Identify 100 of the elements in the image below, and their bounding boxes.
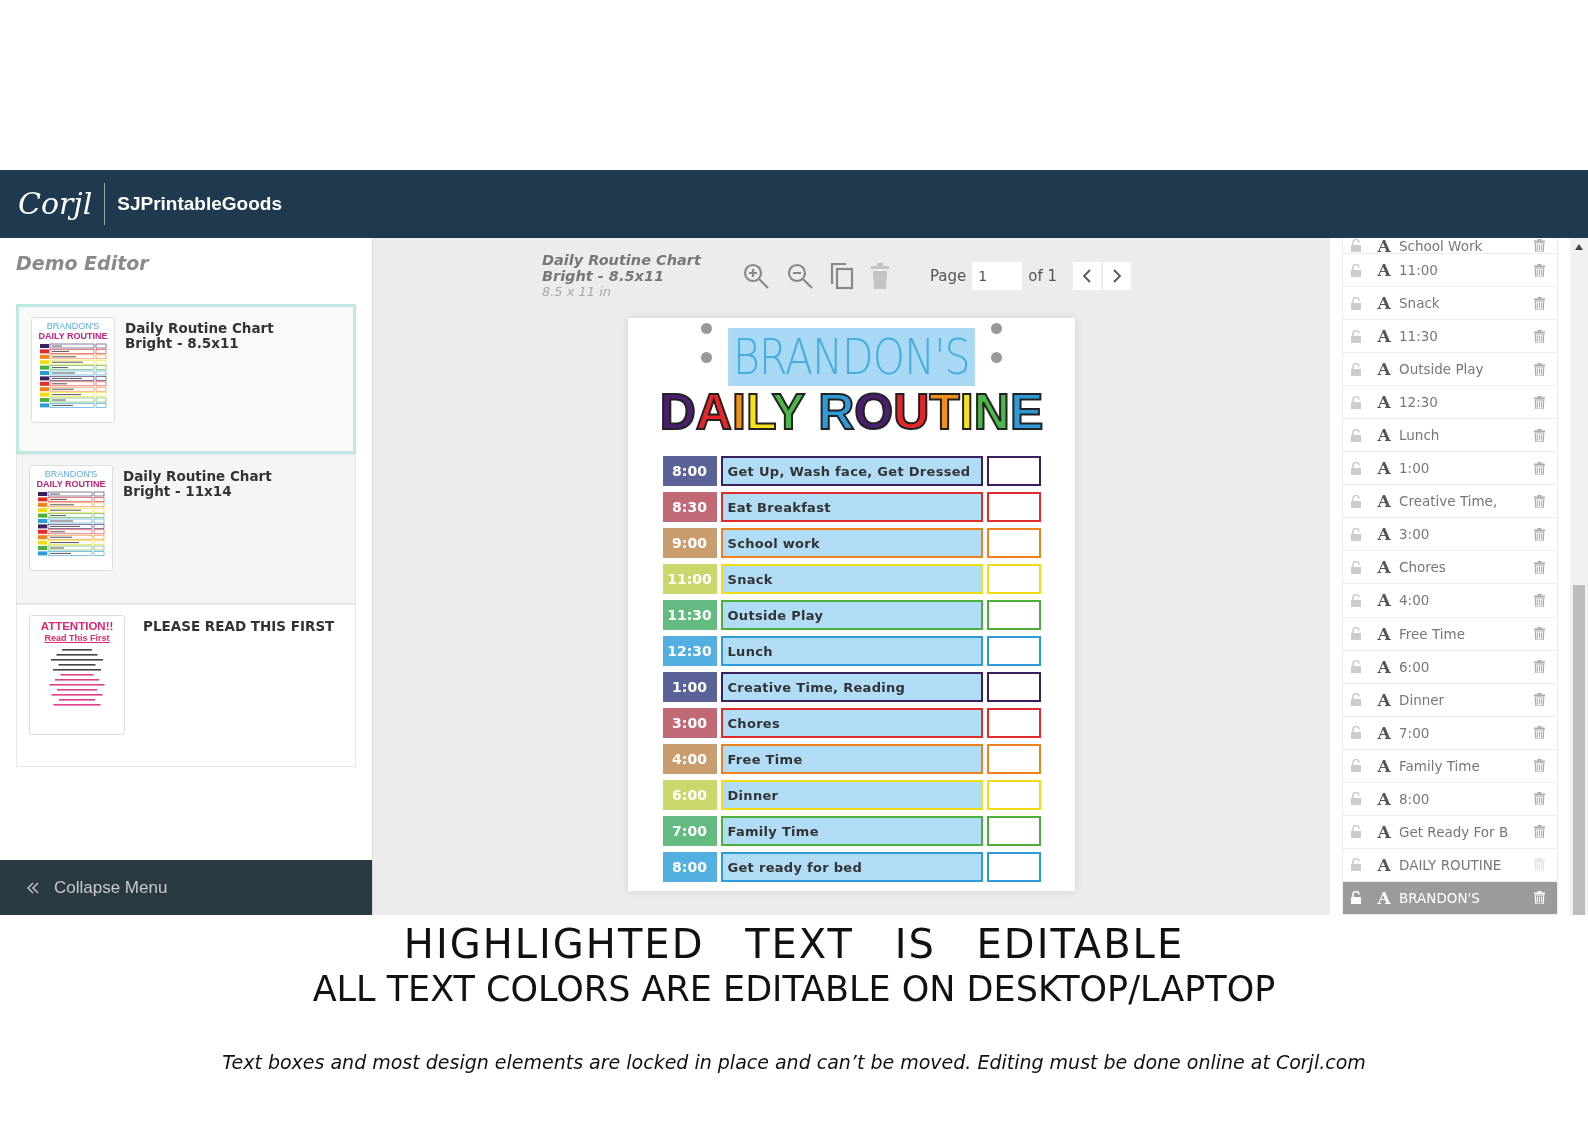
unlocked-padlock-icon[interactable]	[1350, 759, 1362, 773]
task-label[interactable]: Get Up, Wash face, Get Dressed	[720, 456, 983, 486]
trash-icon[interactable]	[1533, 527, 1545, 541]
task-label[interactable]: Outside Play	[720, 600, 983, 630]
resize-handle[interactable]	[701, 352, 713, 363]
trash-icon[interactable]	[1533, 891, 1545, 905]
trash-icon[interactable]	[1533, 428, 1545, 442]
task-label[interactable]: Eat Breakfast	[720, 492, 983, 522]
trash-icon[interactable]	[1533, 329, 1545, 343]
unlocked-padlock-icon[interactable]	[1350, 428, 1362, 442]
time-label[interactable]: 8:30	[662, 492, 717, 522]
copy-icon[interactable]	[829, 262, 854, 290]
unlocked-padlock-icon[interactable]	[1350, 594, 1362, 607]
check-box[interactable]	[986, 636, 1041, 666]
trash-icon[interactable]	[1533, 693, 1545, 707]
layer-row[interactable]: A Get Ready For B	[1342, 815, 1558, 849]
check-box[interactable]	[986, 672, 1041, 702]
layer-row[interactable]: A 12:30	[1342, 386, 1558, 420]
layer-row[interactable]: A 6:00	[1342, 650, 1558, 684]
task-label[interactable]: Lunch	[720, 636, 983, 666]
next-page-button[interactable]	[1103, 262, 1132, 290]
scrollbar-thumb[interactable]	[1573, 585, 1585, 915]
layer-row[interactable]: A 3:00	[1342, 518, 1558, 552]
trash-icon[interactable]	[1533, 825, 1545, 839]
task-label[interactable]: Family Time	[720, 816, 983, 846]
trash-icon[interactable]	[1533, 792, 1545, 806]
layer-row[interactable]: A Free Time	[1342, 617, 1558, 651]
trash-icon[interactable]	[1533, 759, 1545, 773]
task-label[interactable]: Creative Time, Reading	[720, 672, 983, 702]
unlocked-padlock-icon[interactable]	[1350, 825, 1362, 839]
task-label[interactable]: Snack	[720, 564, 983, 594]
trash-icon[interactable]	[1533, 239, 1545, 252]
layer-row[interactable]: A 8:00	[1342, 782, 1558, 816]
unlocked-padlock-icon[interactable]	[1350, 527, 1362, 541]
resize-handle[interactable]	[990, 323, 1002, 334]
layer-row[interactable]: A Family Time	[1342, 749, 1558, 783]
trash-icon[interactable]	[1533, 461, 1545, 475]
logo[interactable]: Corjl	[18, 183, 106, 225]
unlocked-padlock-icon[interactable]	[1350, 792, 1362, 806]
task-label[interactable]: Chores	[720, 708, 983, 738]
task-label[interactable]: Free Time	[720, 744, 983, 774]
layer-row[interactable]: A Outside Play	[1342, 353, 1558, 387]
design-card[interactable]: BRANDON'S DAILY ROUTINE Daily Routine Chart Bright - 11x14	[16, 454, 356, 604]
check-box[interactable]	[986, 816, 1041, 846]
layer-row[interactable]: A 11:30	[1342, 320, 1558, 354]
unlocked-padlock-icon[interactable]	[1350, 296, 1362, 310]
trash-icon[interactable]	[1533, 660, 1545, 674]
unlocked-padlock-icon[interactable]	[1350, 461, 1362, 475]
design-card[interactable]: BRANDON'S DAILY ROUTINE Daily Routine Chart Bright - 8.5x11	[16, 304, 356, 454]
scrollbar[interactable]	[1570, 238, 1588, 915]
layer-row[interactable]: A DAILY ROUTINE	[1342, 848, 1558, 882]
task-label[interactable]: School work	[720, 528, 983, 558]
trash-icon[interactable]	[1533, 263, 1545, 277]
check-box[interactable]	[986, 528, 1041, 558]
unlocked-padlock-icon[interactable]	[1350, 693, 1362, 707]
unlocked-padlock-icon[interactable]	[1350, 627, 1362, 641]
layer-row[interactable]: A Dinner	[1342, 683, 1558, 717]
resize-handle[interactable]	[701, 323, 713, 334]
layer-row[interactable]: A School Work	[1342, 238, 1558, 254]
page-number-field[interactable]: 1	[972, 262, 1023, 290]
unlocked-padlock-icon[interactable]	[1350, 494, 1362, 508]
layer-row[interactable]: A 7:00	[1342, 716, 1558, 750]
check-box[interactable]	[986, 708, 1041, 738]
resize-handle[interactable]	[990, 352, 1002, 363]
check-box[interactable]	[986, 600, 1041, 630]
layer-row[interactable]: A Creative Time,	[1342, 485, 1558, 519]
layer-row[interactable]: A Chores	[1342, 551, 1558, 585]
layer-row[interactable]: A Snack	[1342, 287, 1558, 321]
scroll-up-icon[interactable]	[1575, 244, 1583, 250]
trash-icon[interactable]	[1533, 560, 1545, 574]
layer-row[interactable]: A 1:00	[1342, 452, 1558, 486]
unlocked-padlock-icon[interactable]	[1350, 395, 1362, 409]
trash-icon[interactable]	[1533, 296, 1545, 310]
zoom-in-icon[interactable]	[741, 262, 770, 290]
unlocked-padlock-icon[interactable]	[1350, 560, 1362, 574]
unlocked-padlock-icon[interactable]	[1350, 891, 1362, 905]
design-card[interactable]: ATTENTION!! Read This First PLEASE READ THIS FIRST	[16, 604, 356, 767]
trash-icon[interactable]	[1533, 726, 1545, 740]
task-label[interactable]: Get ready for bed	[720, 852, 983, 882]
previous-page-button[interactable]	[1073, 262, 1102, 290]
time-label[interactable]: 8:00	[662, 456, 717, 486]
task-label[interactable]: Dinner	[720, 780, 983, 810]
collapse-menu-button[interactable]: Collapse Menu	[0, 860, 372, 915]
time-label[interactable]: 1:00	[662, 672, 717, 702]
layer-row[interactable]: A 11:00	[1342, 254, 1558, 288]
check-box[interactable]	[986, 456, 1041, 486]
unlocked-padlock-icon[interactable]	[1350, 239, 1362, 252]
unlocked-padlock-icon[interactable]	[1350, 858, 1362, 872]
check-box[interactable]	[986, 852, 1041, 882]
unlocked-padlock-icon[interactable]	[1350, 263, 1362, 277]
layer-row[interactable]: A Lunch	[1342, 419, 1558, 453]
trash-icon[interactable]	[1533, 594, 1545, 607]
trash-icon[interactable]	[1533, 362, 1545, 376]
trash-icon[interactable]	[1533, 627, 1545, 641]
unlocked-padlock-icon[interactable]	[1350, 362, 1362, 376]
time-label[interactable]: 3:00	[662, 708, 717, 738]
check-box[interactable]	[986, 744, 1041, 774]
unlocked-padlock-icon[interactable]	[1350, 329, 1362, 343]
layer-row[interactable]: A 4:00	[1342, 584, 1558, 618]
zoom-out-icon[interactable]	[785, 262, 814, 290]
